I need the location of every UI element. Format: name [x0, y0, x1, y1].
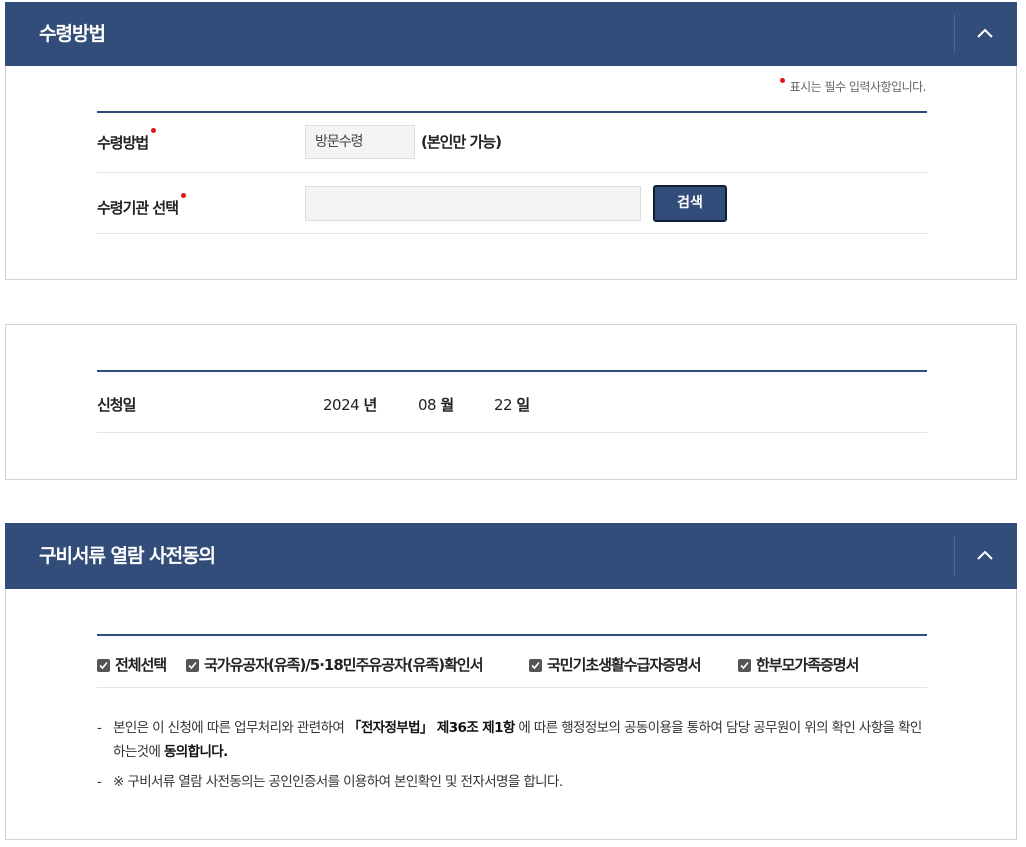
- checkbox-checked-icon[interactable]: [738, 659, 751, 672]
- checkbox-select-all[interactable]: 전체선택: [97, 654, 167, 675]
- method-value-field: 방문수령: [305, 125, 415, 159]
- chevron-up-icon: [977, 550, 993, 560]
- consent-body: 전체선택 국가유공자(유족)/5·18민주유공자(유족)확인서 국민기초생활수급…: [5, 589, 1017, 840]
- day-value: 22 일: [494, 396, 530, 414]
- required-dot-icon: [151, 128, 157, 133]
- method-label: 수령방법: [97, 128, 157, 153]
- consent-notice-2: - ※ 구비서류 열람 사전동의는 공인인증서를 이용하여 본인확인 및 전자서명…: [97, 774, 563, 790]
- required-dot-icon: [779, 78, 785, 83]
- checkbox-checked-icon[interactable]: [97, 659, 110, 672]
- receive-form-table: 수령방법 방문수령 (본인만 가능) 수령기관 선택 검색: [97, 111, 927, 234]
- required-dot-icon: [181, 193, 187, 198]
- receive-method-section: 수령방법 표시는 필수 입력사항입니다. 수령방법 방문수령 (본인만 가능) …: [5, 2, 1017, 280]
- search-button[interactable]: 검색: [653, 185, 727, 222]
- checkbox-checked-icon[interactable]: [529, 659, 542, 672]
- collapse-toggle[interactable]: [954, 14, 1017, 54]
- checkbox-checked-icon[interactable]: [186, 659, 199, 672]
- agency-row: 수령기관 선택 검색: [97, 173, 927, 234]
- method-note: (본인만 가능): [421, 133, 502, 151]
- method-row: 수령방법 방문수령 (본인만 가능): [97, 113, 927, 173]
- agency-input[interactable]: [305, 186, 641, 221]
- checkbox-patriot-certificate[interactable]: 국가유공자(유족)/5·18민주유공자(유족)확인서: [186, 654, 484, 675]
- year-value: 2024 년: [323, 396, 377, 414]
- document-checkboxes: 전체선택 국가유공자(유족)/5·18민주유공자(유족)확인서 국민기초생활수급…: [97, 636, 927, 688]
- required-note: 표시는 필수 입력사항입니다.: [779, 78, 927, 95]
- date-row: 신청일 2024 년 08 월 22 일: [97, 372, 927, 433]
- consent-notices: - 본인은 이 신청에 따른 업무처리와 관련하여 「전자정부법」 제36조 제1…: [97, 716, 927, 800]
- collapse-toggle[interactable]: [954, 536, 1017, 576]
- application-date-body: 신청일 2024 년 08 월 22 일: [5, 324, 1017, 480]
- date-table: 신청일 2024 년 08 월 22 일: [97, 370, 927, 433]
- month-value: 08 월: [418, 396, 454, 414]
- consent-table: 전체선택 국가유공자(유족)/5·18민주유공자(유족)확인서 국민기초생활수급…: [97, 634, 927, 836]
- checkbox-single-parent-certificate[interactable]: 한부모가족증명서: [738, 654, 859, 675]
- date-label: 신청일: [97, 396, 136, 414]
- agency-label: 수령기관 선택: [97, 193, 187, 218]
- receive-method-header: 수령방법: [5, 2, 1017, 66]
- section-title: 구비서류 열람 사전동의: [39, 545, 216, 567]
- receive-method-body: 표시는 필수 입력사항입니다. 수령방법 방문수령 (본인만 가능) 수령기관 …: [5, 66, 1017, 280]
- checkbox-basic-livelihood-certificate[interactable]: 국민기초생활수급자증명서: [529, 654, 702, 675]
- consent-notice-1: - 본인은 이 신청에 따른 업무처리와 관련하여 「전자정부법」 제36조 제1…: [97, 720, 922, 760]
- chevron-up-icon: [977, 28, 993, 38]
- application-date-section: 신청일 2024 년 08 월 22 일: [5, 324, 1017, 480]
- section-title: 수령방법: [39, 23, 106, 45]
- consent-section: 구비서류 열람 사전동의 전체선택 국가유공자(유족)/5·18민주유공자(유족…: [5, 523, 1017, 840]
- consent-header: 구비서류 열람 사전동의: [5, 523, 1017, 589]
